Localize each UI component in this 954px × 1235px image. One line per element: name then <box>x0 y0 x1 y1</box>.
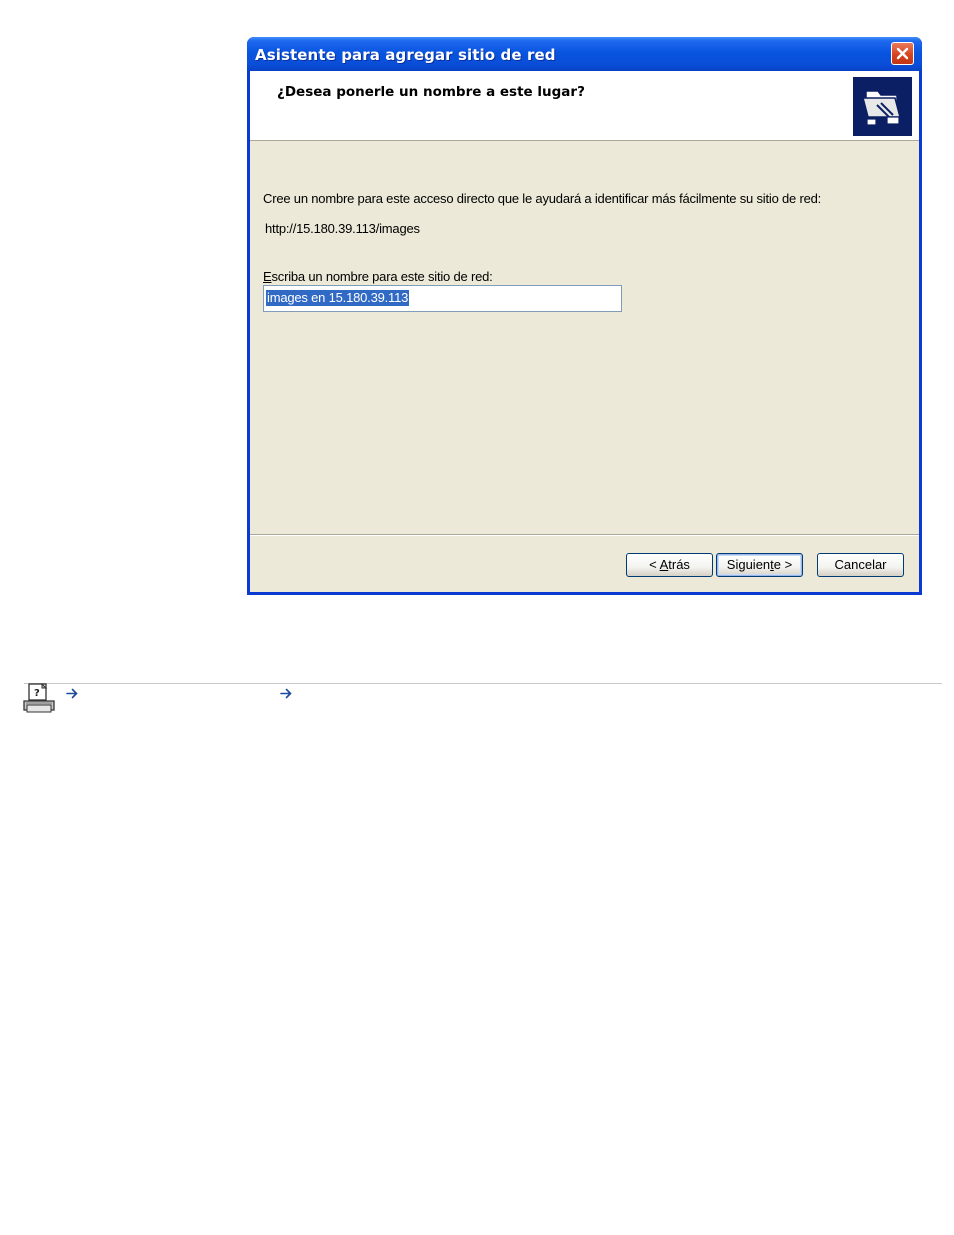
cancel-button[interactable]: Cancelar <box>817 553 904 577</box>
back-button[interactable]: < Atrás <box>626 553 713 577</box>
next-prefix: Siguien <box>726 557 771 572</box>
dialog-client-area: ¿Desea ponerle un nombre a este lugar? C… <box>250 71 919 592</box>
site-name-value: images en 15.180.39.113 <box>266 290 410 306</box>
title-bar[interactable]: Asistente para agregar sitio de red <box>247 37 922 71</box>
back-label: trás <box>668 557 690 572</box>
svg-text:?: ? <box>34 688 40 699</box>
button-separator <box>250 534 919 536</box>
network-folder-icon <box>853 77 912 136</box>
wizard-window: Asistente para agregar sitio de red ¿Des… <box>247 37 922 595</box>
footer-divider <box>24 683 942 684</box>
wizard-header: ¿Desea ponerle un nombre a este lugar? <box>250 71 919 141</box>
name-field-label: Escriba un nombre para este sitio de red… <box>263 269 493 284</box>
site-url-text: http://15.180.39.113/images <box>265 221 420 236</box>
close-icon <box>896 47 909 60</box>
label-text: scriba un nombre para este sitio de red: <box>271 269 493 284</box>
printer-help-icon[interactable]: ? <box>22 682 56 720</box>
back-mnemonic: A <box>659 557 669 572</box>
back-prefix: < <box>649 557 660 572</box>
step-title: ¿Desea ponerle un nombre a este lugar? <box>277 84 585 100</box>
description-text: Cree un nombre para este acceso directo … <box>263 191 822 206</box>
site-name-input[interactable]: images en 15.180.39.113 <box>263 285 622 312</box>
close-button[interactable] <box>891 42 914 65</box>
next-button[interactable]: Siguiente > <box>716 553 803 577</box>
arrow-right-icon[interactable] <box>66 686 79 704</box>
arrow-right-icon[interactable] <box>280 686 293 704</box>
next-label: e > <box>773 557 793 572</box>
window-title: Asistente para agregar sitio de red <box>255 46 556 64</box>
